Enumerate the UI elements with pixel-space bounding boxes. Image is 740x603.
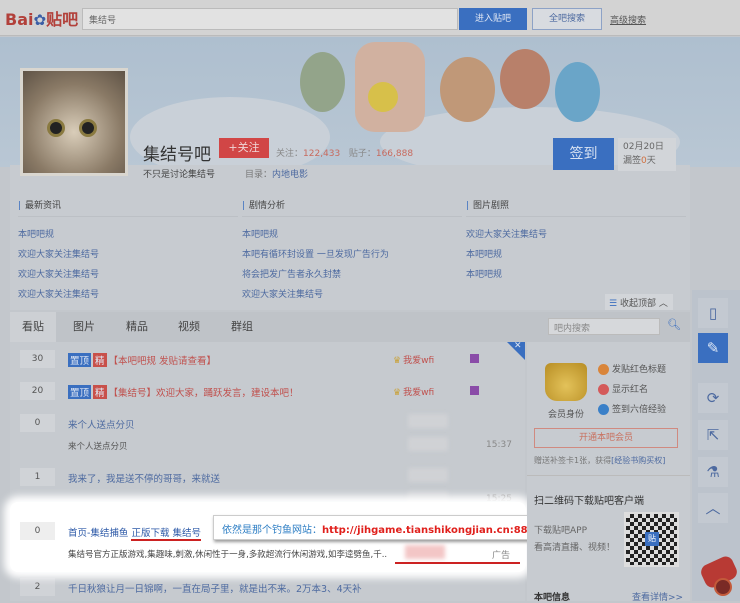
list-icon: ☰ bbox=[609, 299, 618, 309]
link-item[interactable]: 本吧吧规 bbox=[18, 227, 238, 240]
column-title: 最新资讯 bbox=[18, 198, 238, 217]
edit-post-icon[interactable]: ✎ bbox=[698, 333, 728, 363]
sign-info: 02月20日 漏签0天 bbox=[618, 138, 676, 171]
reply-count: 30 bbox=[20, 350, 55, 368]
good-badge: 精 bbox=[93, 385, 107, 399]
mobile-download-icon[interactable]: ▯ bbox=[698, 298, 728, 328]
open-vip-button[interactable]: 开通本吧会员 bbox=[534, 428, 678, 448]
sign-icon bbox=[598, 404, 609, 415]
paw-icon: ✿ bbox=[33, 11, 47, 29]
qr-line: 看高清直播、视频！ bbox=[534, 543, 616, 553]
link-item[interactable]: 本吧吧规 bbox=[466, 247, 686, 260]
link-item[interactable]: 本吧吧规 bbox=[242, 227, 462, 240]
tab-groups[interactable]: 群组 bbox=[223, 312, 261, 342]
thread-title[interactable]: 我来了，我是送不停的哥哥，来就送 bbox=[68, 471, 220, 485]
name-icon bbox=[598, 384, 609, 395]
crown-icon bbox=[545, 363, 587, 401]
reply-count: 0 bbox=[20, 414, 55, 432]
forum-stats: 关注：122,433 贴子：166,888 bbox=[276, 149, 414, 159]
search-all-button[interactable]: 全吧搜索 bbox=[532, 8, 602, 30]
column-title: 图片剧照 bbox=[466, 198, 686, 217]
ad-title[interactable]: 首页-集结捕鱼 正版下载 集结号 bbox=[68, 525, 201, 541]
vip-note: 赠送补签卡1张，获得[经验书购买权] bbox=[534, 456, 666, 465]
reply-count: 2 bbox=[20, 578, 55, 596]
logo-text: Bai bbox=[5, 10, 34, 29]
reply-count: 0 bbox=[20, 522, 55, 540]
link-item[interactable]: 欢迎大家关注集结号 bbox=[18, 247, 238, 260]
view-details-link[interactable]: 查看详情>> bbox=[632, 590, 683, 603]
link-item[interactable]: 欢迎大家关注集结号 bbox=[18, 287, 238, 300]
thread-author[interactable]: 我爱wfi bbox=[393, 385, 434, 398]
forum-links-panel: 最新资讯 本吧吧规欢迎大家关注集结号欢迎大家关注集结号欢迎大家关注集结号 剧情分… bbox=[10, 193, 690, 310]
back-to-top-icon[interactable]: ︿ bbox=[698, 493, 728, 523]
link-item[interactable]: 欢迎大家关注集结号 bbox=[242, 287, 462, 300]
advanced-search-link[interactable]: 高级搜索 bbox=[610, 13, 646, 26]
link-item[interactable]: 欢迎大家关注集结号 bbox=[18, 267, 238, 280]
links-column: 剧情分析 本吧吧规本吧有循环封设置 一旦发现广告行为将会把发广告者永久封禁欢迎大… bbox=[242, 198, 462, 300]
link-item[interactable]: 欢迎大家关注集结号 bbox=[466, 227, 686, 240]
perk-item: 签到六倍经验 bbox=[598, 402, 666, 415]
in-forum-search-input[interactable]: 吧内搜索 bbox=[548, 318, 660, 335]
top-badge: 置顶 bbox=[68, 385, 92, 399]
chevron-up-icon: ︿ bbox=[658, 299, 668, 309]
forum-category: 目录：内地电影 bbox=[245, 170, 309, 180]
thread-title[interactable]: 来个人送点分贝 bbox=[68, 417, 135, 431]
perk-item: 显示红名 bbox=[598, 382, 648, 395]
forum-info-title: 本吧信息 bbox=[534, 593, 571, 603]
ad-label: 广告 bbox=[492, 551, 511, 561]
annotation-underline bbox=[395, 562, 520, 564]
qr-line: 下载贴吧APP bbox=[534, 526, 588, 536]
category-link[interactable]: 内地电影 bbox=[272, 170, 308, 180]
member-icon bbox=[470, 386, 479, 395]
link-item[interactable]: 本吧有循环封设置 一旦发现广告行为 bbox=[242, 247, 462, 260]
share-icon[interactable]: ⇱ bbox=[698, 420, 728, 450]
thread-title[interactable]: 【本吧吧规 发贴请查看】 bbox=[109, 356, 217, 367]
collapse-button[interactable]: ☰ 收起顶部 ︿ bbox=[605, 294, 673, 310]
thread-time: 15:37 bbox=[486, 440, 512, 450]
annotation-callout: 依然是那个钓鱼网站：http://jihgame.tianshikongjian… bbox=[213, 515, 531, 540]
reply-count: 1 bbox=[20, 468, 55, 486]
column-title: 剧情分析 bbox=[242, 198, 462, 217]
side-toolbar: ▯ ✎ ⟳ ⇱ ⚗ ︿ bbox=[692, 290, 740, 601]
thread-abstract: 来个人送点分贝 bbox=[68, 442, 128, 452]
baidu-tieba-logo[interactable]: Bai✿贴吧 bbox=[5, 6, 78, 30]
reply-count: 20 bbox=[20, 382, 55, 400]
tab-videos[interactable]: 视频 bbox=[170, 312, 208, 342]
link-item[interactable]: 本吧吧规 bbox=[466, 267, 686, 280]
cannon-wheel bbox=[714, 578, 732, 596]
link-item[interactable]: 将会把发广告者永久封禁 bbox=[242, 267, 462, 280]
logo-suffix: 贴吧 bbox=[46, 10, 79, 29]
good-badge: 精 bbox=[93, 353, 107, 367]
links-column: 图片剧照 欢迎大家关注集结号本吧吧规本吧吧规 bbox=[466, 198, 686, 280]
forum-avatar bbox=[20, 68, 128, 176]
search-icon[interactable]: 🔍︎ bbox=[667, 318, 681, 331]
thread-title[interactable]: 【集结号】欢迎大家，踊跃发言，建设本吧！ bbox=[109, 388, 299, 399]
enter-forum-button[interactable]: 进入贴吧 bbox=[459, 8, 527, 30]
close-icon[interactable]: ✕ bbox=[514, 341, 522, 351]
member-label: 会员身份 bbox=[548, 410, 585, 420]
tab-posts[interactable]: 看贴 bbox=[10, 312, 56, 342]
qr-logo: 贴 bbox=[645, 532, 659, 546]
ad-description: 集结号官方正版游戏,集趣味,刺激,休闲性于一身,多款超流行休闲游戏,如李逵劈鱼,… bbox=[68, 550, 388, 560]
forum-slogan: 不只是讨论集结号 bbox=[143, 170, 216, 180]
member-icon bbox=[470, 354, 479, 363]
perk-item: 发贴红色标题 bbox=[598, 362, 666, 375]
tab-featured[interactable]: 精品 bbox=[118, 312, 156, 342]
title-icon bbox=[598, 364, 609, 375]
search-input[interactable]: 集结号 bbox=[82, 8, 458, 30]
qr-title: 扫二维码下载贴吧客户端 bbox=[534, 496, 644, 507]
links-column: 最新资讯 本吧吧规欢迎大家关注集结号欢迎大家关注集结号欢迎大家关注集结号 bbox=[18, 198, 238, 300]
refresh-icon[interactable]: ⟳ bbox=[698, 383, 728, 413]
tab-images[interactable]: 图片 bbox=[65, 312, 103, 342]
top-badge: 置顶 bbox=[68, 353, 92, 367]
divider bbox=[527, 475, 690, 476]
thread-author[interactable]: 我爱wfi bbox=[393, 353, 434, 366]
follow-button[interactable]: +关注 bbox=[219, 138, 269, 158]
lab-flask-icon[interactable]: ⚗ bbox=[698, 457, 728, 487]
thread-title[interactable]: 千日秋狼让月一日锦啊，一直在局子里，就是出不来。2万本3、4天补 bbox=[68, 581, 362, 595]
sign-in-button[interactable]: 签到 bbox=[553, 138, 614, 170]
forum-title: 集结号吧 bbox=[143, 145, 211, 165]
